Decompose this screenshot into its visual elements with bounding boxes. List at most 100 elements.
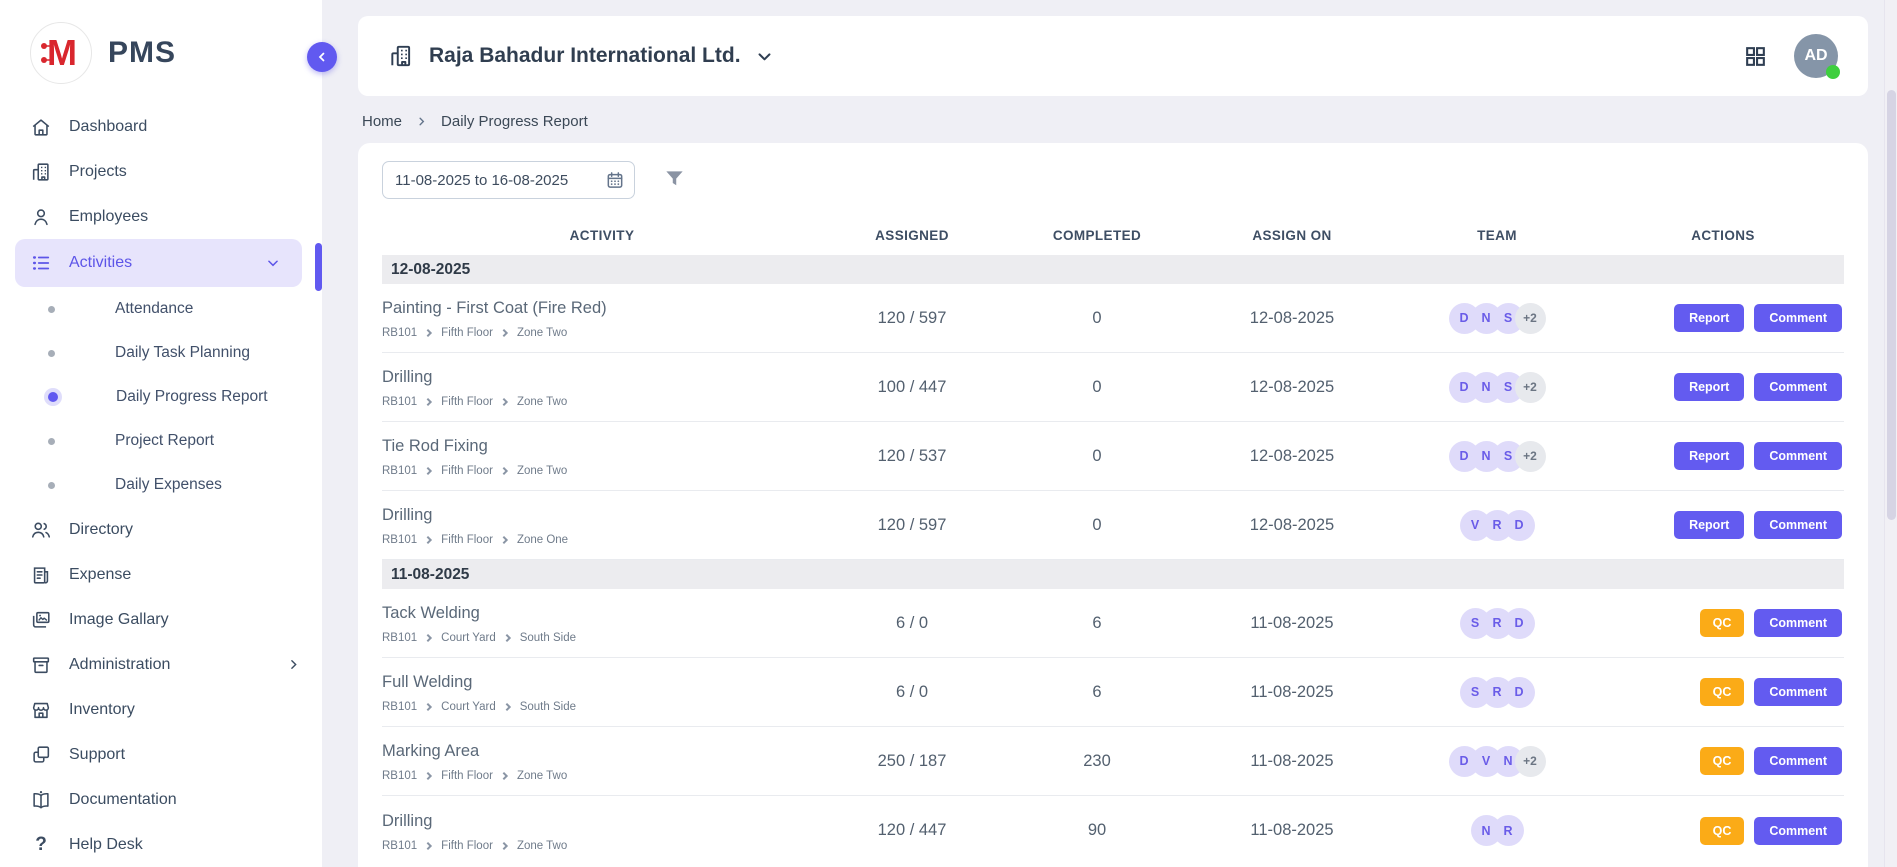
table-header: ACTIVITY ASSIGNED COMPLETED ASSIGN ON TE… <box>382 215 1844 255</box>
user-icon <box>30 206 52 228</box>
sidebar-subitem-daily-expenses[interactable]: Daily Expenses <box>0 463 322 507</box>
building-icon <box>30 161 52 183</box>
breadcrumb-home[interactable]: Home <box>362 113 402 130</box>
sidebar-subitem-label: Daily Task Planning <box>115 344 250 362</box>
sidebar-item-expense[interactable]: Expense <box>0 552 322 597</box>
chevron-right-icon <box>501 535 509 545</box>
report-button[interactable]: Report <box>1674 511 1744 539</box>
sidebar-item-inventory[interactable]: Inventory <box>0 687 322 732</box>
bullet-dot-icon <box>48 350 55 357</box>
table-row: Painting - First Coat (Fire Red) RB101 F… <box>382 284 1844 353</box>
sidebar-collapse-button[interactable] <box>307 42 337 72</box>
images-icon <box>30 609 52 631</box>
team-avatars: S R D <box>1392 608 1602 639</box>
bullet-dot-icon <box>48 392 58 402</box>
sidebar-item-image-gallery[interactable]: Image Gallary <box>0 597 322 642</box>
online-status-dot <box>1826 65 1840 79</box>
assign-on-value: 11-08-2025 <box>1192 683 1392 702</box>
sidebar-item-dashboard[interactable]: Dashboard <box>0 104 322 149</box>
team-avatars: S R D <box>1392 677 1602 708</box>
team-overflow-badge[interactable]: +2 <box>1515 746 1546 777</box>
activity-path: RB101 Fifth Floor Zone Two <box>382 770 822 782</box>
sidebar-item-projects[interactable]: Projects <box>0 149 322 194</box>
comment-button[interactable]: Comment <box>1754 511 1842 539</box>
completed-value: 6 <box>1002 614 1192 633</box>
sidebar-subitem-project-report[interactable]: Project Report <box>0 419 322 463</box>
activity-path: RB101 Fifth Floor Zone Two <box>382 840 822 852</box>
comment-button[interactable]: Comment <box>1754 747 1842 775</box>
sidebar-item-label: Support <box>69 746 125 764</box>
breadcrumb: Home Daily Progress Report <box>362 113 1868 130</box>
report-button[interactable]: Report <box>1674 304 1744 332</box>
chevron-right-icon <box>425 466 433 476</box>
home-icon <box>30 116 52 138</box>
chevron-right-icon <box>425 771 433 781</box>
completed-value: 6 <box>1002 683 1192 702</box>
team-member-badge[interactable]: R <box>1493 815 1524 846</box>
users-icon <box>30 519 52 541</box>
progress-table: ACTIVITY ASSIGNED COMPLETED ASSIGN ON TE… <box>382 215 1844 865</box>
comment-button[interactable]: Comment <box>1754 678 1842 706</box>
qc-button[interactable]: QC <box>1700 609 1745 637</box>
date-range-input[interactable] <box>382 161 635 199</box>
sidebar-item-help-desk[interactable]: ? Help Desk <box>0 822 322 867</box>
comment-button[interactable]: Comment <box>1754 609 1842 637</box>
assign-on-value: 11-08-2025 <box>1192 614 1392 633</box>
team-overflow-badge[interactable]: +2 <box>1515 303 1546 334</box>
sidebar-item-documentation[interactable]: Documentation <box>0 777 322 822</box>
report-button[interactable]: Report <box>1674 442 1744 470</box>
archive-box-icon <box>30 654 52 676</box>
report-card: ACTIVITY ASSIGNED COMPLETED ASSIGN ON TE… <box>358 143 1868 867</box>
sidebar-item-support[interactable]: Support <box>0 732 322 777</box>
company-selector[interactable]: Raja Bahadur International Ltd. <box>388 43 773 69</box>
qc-button[interactable]: QC <box>1700 678 1745 706</box>
sidebar-subitem-daily-task-planning[interactable]: Daily Task Planning <box>0 331 322 375</box>
chevron-down-icon <box>266 256 280 270</box>
qc-button[interactable]: QC <box>1700 747 1745 775</box>
team-member-badge[interactable]: D <box>1504 608 1535 639</box>
team-member-badge[interactable]: D <box>1504 510 1535 541</box>
comment-button[interactable]: Comment <box>1754 304 1842 332</box>
sidebar-item-employees[interactable]: Employees <box>0 194 322 239</box>
sidebar-item-label: Expense <box>69 566 131 584</box>
column-header-team: TEAM <box>1392 228 1602 243</box>
completed-value: 0 <box>1002 309 1192 328</box>
apps-grid-icon[interactable] <box>1743 44 1768 69</box>
calendar-icon[interactable] <box>605 170 625 190</box>
completed-value: 0 <box>1002 516 1192 535</box>
sidebar-item-label: Directory <box>69 521 133 539</box>
sidebar-item-label: Activities <box>69 254 132 272</box>
report-button[interactable]: Report <box>1674 373 1744 401</box>
page-scrollbar[interactable] <box>1884 0 1897 867</box>
team-overflow-badge[interactable]: +2 <box>1515 441 1546 472</box>
breadcrumb-current: Daily Progress Report <box>441 113 588 130</box>
table-row: Marking Area RB101 Fifth Floor Zone Two … <box>382 727 1844 796</box>
sidebar-item-label: Documentation <box>69 791 177 809</box>
list-icon <box>30 252 52 274</box>
filter-button[interactable] <box>663 167 686 193</box>
building-icon <box>388 43 414 69</box>
sidebar-subitem-daily-progress-report[interactable]: Daily Progress Report <box>0 375 322 419</box>
sidebar-item-administration[interactable]: Administration <box>0 642 322 687</box>
sidebar-subitem-label: Daily Expenses <box>115 476 222 494</box>
team-avatars: D N S +2 <box>1392 303 1602 334</box>
comment-button[interactable]: Comment <box>1754 373 1842 401</box>
sidebar-item-directory[interactable]: Directory <box>0 507 322 552</box>
scrollbar-thumb[interactable] <box>1887 90 1896 520</box>
comment-button[interactable]: Comment <box>1754 442 1842 470</box>
team-overflow-badge[interactable]: +2 <box>1515 372 1546 403</box>
chevron-right-icon <box>287 658 300 671</box>
qc-button[interactable]: QC <box>1700 817 1745 845</box>
logo-mark-icon: M <box>30 22 92 84</box>
comment-button[interactable]: Comment <box>1754 817 1842 845</box>
user-avatar[interactable]: AD <box>1794 34 1838 78</box>
table-row: Tie Rod Fixing RB101 Fifth Floor Zone Tw… <box>382 422 1844 491</box>
filter-row <box>382 161 1844 199</box>
team-member-badge[interactable]: D <box>1504 677 1535 708</box>
chevron-down-icon <box>756 48 773 65</box>
assigned-value: 100 / 447 <box>822 378 1002 397</box>
sidebar-subitem-attendance[interactable]: Attendance <box>0 287 322 331</box>
column-header-assigned: ASSIGNED <box>822 228 1002 243</box>
sidebar-item-label: Administration <box>69 656 170 674</box>
sidebar-item-activities[interactable]: Activities <box>15 239 302 287</box>
